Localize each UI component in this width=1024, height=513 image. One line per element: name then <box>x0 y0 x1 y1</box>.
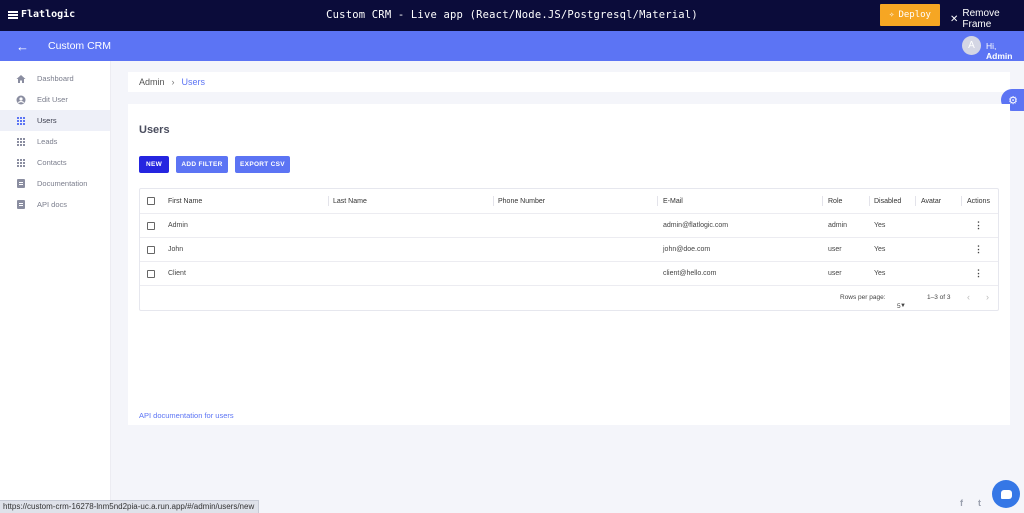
table-pagination: Rows per page: 5 ▼ 1–3 of 3 ‹ › <box>140 285 998 311</box>
account-circle-icon <box>16 95 26 105</box>
status-bar-url: https://custom-crm-16278-lnm5nd2pia-uc.a… <box>0 500 260 513</box>
cell-first-name: John <box>168 246 184 253</box>
grid-icon <box>16 116 26 126</box>
select-all-checkbox[interactable] <box>147 189 155 213</box>
flatlogic-logo-text: Flatlogic <box>21 9 76 20</box>
next-page-icon[interactable]: › <box>986 292 989 302</box>
facebook-icon[interactable]: f <box>960 498 963 508</box>
sidebar-item-leads[interactable]: Leads <box>0 131 110 152</box>
frame-title: Custom CRM - Live app (React/Node.JS/Pos… <box>326 9 698 21</box>
add-filter-button[interactable]: ADD FILTER <box>176 156 228 173</box>
row-checkbox[interactable] <box>147 238 155 261</box>
home-icon <box>16 74 26 84</box>
flatlogic-logo-icon <box>8 10 18 19</box>
cell-role: user <box>828 246 842 253</box>
api-documentation-link[interactable]: API documentation for users <box>139 411 234 420</box>
column-header-phone-number[interactable]: Phone Number <box>498 189 545 213</box>
breadcrumb-root[interactable]: Admin <box>139 77 165 87</box>
breadcrumb-separator: › <box>171 77 175 87</box>
sidebar-item-label: Users <box>37 116 57 125</box>
sidebar-item-documentation[interactable]: Documentation <box>0 173 110 194</box>
cell-role: admin <box>828 222 848 229</box>
twitter-icon[interactable]: t <box>978 498 981 508</box>
sidebar-item-label: API docs <box>37 200 68 209</box>
cell-first-name: Admin <box>168 222 188 229</box>
app-title: Custom CRM <box>48 40 112 52</box>
table-row[interactable]: Client client@hello.com user Yes ⋮ <box>140 262 998 286</box>
column-header-disabled[interactable]: Disabled <box>874 189 901 213</box>
grid-icon <box>16 158 26 168</box>
greeting-prefix: Hi, <box>986 41 997 51</box>
page-title: Users <box>139 124 170 136</box>
cell-email: client@hello.com <box>663 270 717 277</box>
avatar[interactable]: A <box>962 36 981 55</box>
column-header-last-name[interactable]: Last Name <box>333 189 367 213</box>
users-table: First Name Last Name Phone Number E-Mail… <box>139 188 999 311</box>
frame-bar: Flatlogic Custom CRM - Live app (React/N… <box>0 0 1024 31</box>
document-icon <box>16 200 26 210</box>
export-csv-button[interactable]: EXPORT CSV <box>235 156 290 173</box>
new-button[interactable]: NEW <box>139 156 169 173</box>
sidebar-item-label: Dashboard <box>37 74 74 83</box>
sidebar-item-contacts[interactable]: Contacts <box>0 152 110 173</box>
previous-page-icon[interactable]: ‹ <box>967 292 970 302</box>
cell-disabled: Yes <box>874 222 886 229</box>
back-arrow-icon[interactable]: ← <box>16 39 29 54</box>
flatlogic-logo[interactable]: Flatlogic <box>8 9 75 20</box>
more-vert-icon[interactable]: ⋮ <box>974 238 983 261</box>
row-checkbox[interactable] <box>147 214 155 237</box>
sidebar-item-label: Edit User <box>37 95 68 104</box>
sidebar-item-edit-user[interactable]: Edit User <box>0 89 110 110</box>
row-checkbox[interactable] <box>147 262 155 285</box>
more-vert-icon[interactable]: ⋮ <box>974 262 983 285</box>
breadcrumb-current: Users <box>181 77 206 87</box>
app-header: ← Custom CRM A Hi, Admin <box>0 31 1024 61</box>
deploy-button[interactable]: ✧ Deploy <box>880 4 940 26</box>
column-header-avatar[interactable]: Avatar <box>921 189 941 213</box>
cell-disabled: Yes <box>874 270 886 277</box>
column-header-first-name[interactable]: First Name <box>168 189 202 213</box>
pagination-range: 1–3 of 3 <box>927 294 951 301</box>
deploy-icon: ✧ <box>889 10 895 20</box>
column-header-role[interactable]: Role <box>828 189 842 213</box>
rows-per-page-label: Rows per page: <box>840 294 886 301</box>
cell-role: user <box>828 270 842 277</box>
chat-icon <box>1000 489 1012 499</box>
breadcrumb: Admin › Users <box>128 72 1010 92</box>
chat-button[interactable] <box>992 480 1020 508</box>
table-row[interactable]: John john@doe.com user Yes ⋮ <box>140 238 998 262</box>
remove-frame-label: Remove Frame <box>962 8 1000 30</box>
sidebar: Dashboard Edit User Users Leads Contacts… <box>0 61 111 513</box>
user-greeting[interactable]: Hi, Admin <box>986 41 1024 61</box>
table-header-row: First Name Last Name Phone Number E-Mail… <box>140 189 998 214</box>
cell-first-name: Client <box>168 270 186 277</box>
sidebar-item-label: Documentation <box>37 179 88 188</box>
remove-frame-button[interactable]: ✕ Remove Frame <box>950 8 1024 30</box>
caret-down-icon: ▼ <box>900 303 906 309</box>
user-name: Admin <box>986 51 1013 61</box>
cell-disabled: Yes <box>874 246 886 253</box>
sidebar-item-label: Contacts <box>37 158 67 167</box>
table-row[interactable]: Admin admin@flatlogic.com admin Yes ⋮ <box>140 214 998 238</box>
column-header-actions: Actions <box>967 197 990 205</box>
sidebar-item-users[interactable]: Users <box>0 110 110 131</box>
more-vert-icon[interactable]: ⋮ <box>974 214 983 237</box>
sidebar-item-api-docs[interactable]: API docs <box>0 194 110 215</box>
cell-email: john@doe.com <box>663 246 711 253</box>
cell-email: admin@flatlogic.com <box>663 222 729 229</box>
grid-icon <box>16 137 26 147</box>
document-icon <box>16 179 26 189</box>
users-card: Users NEW ADD FILTER EXPORT CSV First Na… <box>128 104 1010 425</box>
close-icon: ✕ <box>950 13 959 25</box>
column-header-email[interactable]: E-Mail <box>663 189 683 213</box>
sidebar-item-dashboard[interactable]: Dashboard <box>0 68 110 89</box>
sidebar-item-label: Leads <box>37 137 58 146</box>
deploy-label: Deploy <box>898 10 931 20</box>
